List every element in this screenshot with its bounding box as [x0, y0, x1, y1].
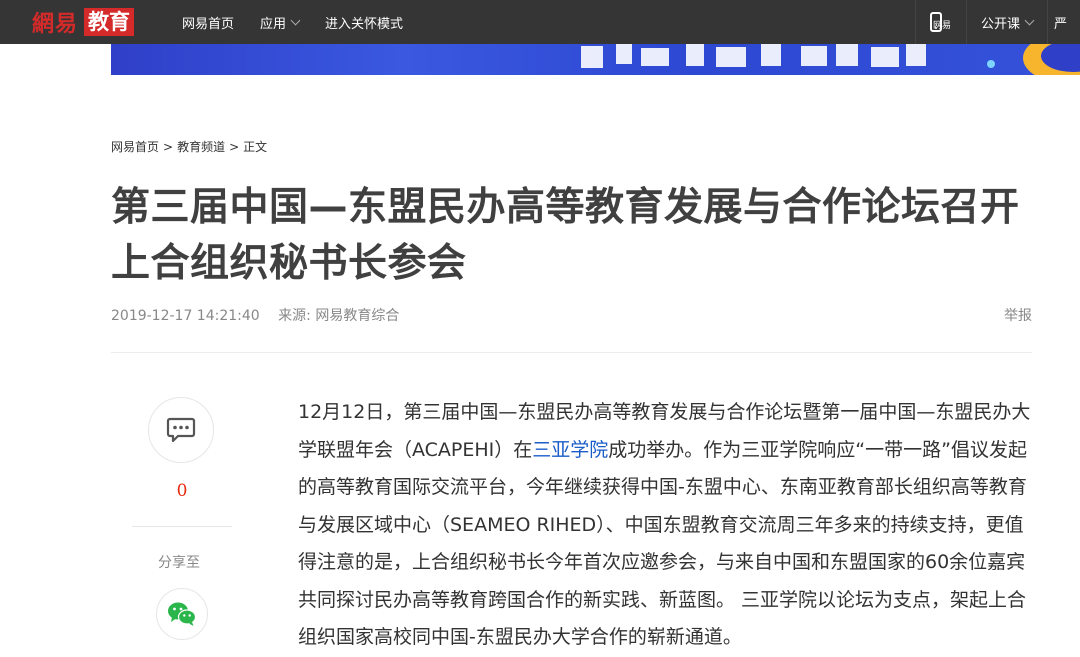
banner-graphic: [581, 44, 1080, 75]
mobile-phone-icon: [929, 12, 942, 32]
article-text-part2: 成功举办。作为三亚学院响应“一带一路”倡议发起的高等教育国际交流平台，今年继续获…: [298, 438, 1027, 649]
article-title: 第三届中国—东盟民办高等教育发展与合作论坛召开 上合组织秘书长参会: [111, 185, 1020, 286]
education-logo-text: 教育: [84, 8, 135, 36]
mobile-app-button[interactable]: 网易: [914, 0, 966, 44]
breadcrumb-separator: >: [229, 140, 240, 154]
cut-off-nav-item[interactable]: 严: [1047, 0, 1080, 44]
comment-icon: [166, 417, 196, 443]
top-nav: 网易首页 应用 进入关怀模式: [182, 0, 429, 44]
article-source: 来源: 网易教育综合: [278, 308, 400, 324]
nav-home-link[interactable]: 网易首页: [182, 13, 234, 32]
comment-count[interactable]: 0: [172, 481, 192, 501]
cut-off-nav-label: 严: [1054, 16, 1068, 32]
netease-education-logo[interactable]: 網易 教育: [32, 7, 135, 37]
nav-apps-menu[interactable]: 应用: [260, 13, 301, 32]
breadcrumb-current: 正文: [243, 140, 268, 154]
top-navigation-bar: 網易 教育 网易首页 应用 进入关怀模式 网易 公开课 严: [0, 0, 1080, 44]
publish-datetime: 2019-12-17 14:21:40: [111, 308, 260, 324]
sanya-university-link[interactable]: 三亚学院: [532, 439, 608, 461]
netease-logo-text: 網易: [32, 11, 79, 37]
breadcrumb: 网易首页 > 教育频道 > 正文: [111, 138, 267, 155]
chevron-down-icon: [290, 15, 301, 25]
article-meta: 2019-12-17 14:21:40 来源: 网易教育综合: [111, 305, 399, 325]
breadcrumb-home-link[interactable]: 网易首页: [111, 140, 159, 154]
open-course-menu[interactable]: 公开课: [965, 0, 1047, 44]
banner-ad[interactable]: [111, 44, 1080, 75]
breadcrumb-channel-link[interactable]: 教育频道: [177, 140, 225, 154]
open-course-label: 公开课: [980, 16, 1020, 32]
wechat-icon: [168, 602, 197, 626]
top-right-tools: 网易 公开课 严: [914, 0, 1080, 44]
breadcrumb-separator: >: [163, 140, 174, 154]
nav-care-mode-link[interactable]: 进入关怀模式: [325, 13, 403, 32]
report-link[interactable]: 举报: [1004, 305, 1032, 325]
wechat-share-button[interactable]: [156, 588, 208, 640]
nav-apps-label: 应用: [260, 16, 287, 32]
chevron-down-icon: [1024, 15, 1035, 25]
share-label: 分享至: [158, 555, 200, 571]
comment-button[interactable]: [148, 397, 214, 463]
meta-divider: [111, 352, 1032, 353]
share-divider: [132, 526, 232, 527]
article-body: 12月12日，第三届中国—东盟民办高等教育发展与合作论坛暨第一届中国—东盟民办大…: [298, 394, 1038, 657]
